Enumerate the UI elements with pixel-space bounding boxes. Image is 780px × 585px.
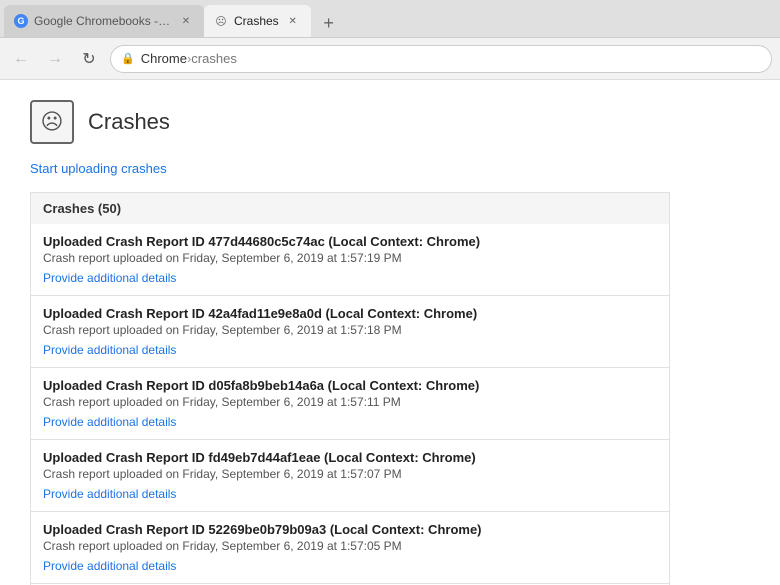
crash-item: Uploaded Crash Report ID 42a4fad11e9e8a0… <box>30 296 670 368</box>
address-bar: ← → ↻ 🔒 Chrome › crashes <box>0 38 780 80</box>
crash-icon-symbol: ☹ <box>41 109 64 135</box>
crash-id: Uploaded Crash Report ID 52269be0b79b09a… <box>43 522 657 537</box>
secure-icon: 🔒 <box>121 52 135 65</box>
browser-window: G Google Chromebooks - Laptops... ✕ ☹ Cr… <box>0 0 780 585</box>
address-origin: Chrome <box>141 51 187 66</box>
crash-item: Uploaded Crash Report ID fd49eb7d44af1ea… <box>30 440 670 512</box>
tab-bar: G Google Chromebooks - Laptops... ✕ ☹ Cr… <box>0 0 780 38</box>
page-content: ☹ Crashes Start uploading crashes Crashe… <box>0 80 780 585</box>
tab-chromebooks-label: Google Chromebooks - Laptops... <box>34 14 172 28</box>
crash-id: Uploaded Crash Report ID fd49eb7d44af1ea… <box>43 450 657 465</box>
crash-details-link[interactable]: Provide additional details <box>43 487 176 501</box>
crash-date: Crash report uploaded on Friday, Septemb… <box>43 251 657 265</box>
forward-button[interactable]: → <box>42 46 68 72</box>
new-tab-button[interactable]: + <box>315 9 343 37</box>
crash-details-link[interactable]: Provide additional details <box>43 271 176 285</box>
crash-list: Uploaded Crash Report ID 477d44680c5c74a… <box>30 224 670 585</box>
crash-id: Uploaded Crash Report ID 42a4fad11e9e8a0… <box>43 306 657 321</box>
tab-crashes-label: Crashes <box>234 14 279 28</box>
tab-crashes[interactable]: ☹ Crashes ✕ <box>204 5 311 37</box>
reload-button[interactable]: ↻ <box>76 46 102 72</box>
tab-chromebooks[interactable]: G Google Chromebooks - Laptops... ✕ <box>4 5 204 37</box>
crash-details-link[interactable]: Provide additional details <box>43 343 176 357</box>
address-path: crashes <box>191 51 237 66</box>
page-title: Crashes <box>88 109 170 135</box>
crash-date: Crash report uploaded on Friday, Septemb… <box>43 467 657 481</box>
crash-item: Uploaded Crash Report ID 52269be0b79b09a… <box>30 512 670 584</box>
crash-icon: ☹ <box>30 100 74 144</box>
chromebooks-favicon: G <box>14 14 28 28</box>
crash-id: Uploaded Crash Report ID 477d44680c5c74a… <box>43 234 657 249</box>
crash-date: Crash report uploaded on Friday, Septemb… <box>43 395 657 409</box>
crash-item: Uploaded Crash Report ID d05fa8b9beb14a6… <box>30 368 670 440</box>
page-inner: ☹ Crashes Start uploading crashes Crashe… <box>0 80 700 585</box>
tab-chromebooks-close[interactable]: ✕ <box>178 13 194 29</box>
back-button[interactable]: ← <box>8 46 34 72</box>
address-text: Chrome › crashes <box>141 51 237 66</box>
tab-crashes-close[interactable]: ✕ <box>285 13 301 29</box>
crash-id: Uploaded Crash Report ID d05fa8b9beb14a6… <box>43 378 657 393</box>
crash-details-link[interactable]: Provide additional details <box>43 559 176 573</box>
crash-details-link[interactable]: Provide additional details <box>43 415 176 429</box>
upload-crashes-link[interactable]: Start uploading crashes <box>30 161 167 176</box>
crash-date: Crash report uploaded on Friday, Septemb… <box>43 323 657 337</box>
crash-date: Crash report uploaded on Friday, Septemb… <box>43 539 657 553</box>
crashes-favicon: ☹ <box>214 14 228 28</box>
address-input[interactable]: 🔒 Chrome › crashes <box>110 45 772 73</box>
crashes-section-header: Crashes (50) <box>30 192 670 224</box>
crash-item: Uploaded Crash Report ID 477d44680c5c74a… <box>30 224 670 296</box>
page-header: ☹ Crashes <box>30 100 670 144</box>
